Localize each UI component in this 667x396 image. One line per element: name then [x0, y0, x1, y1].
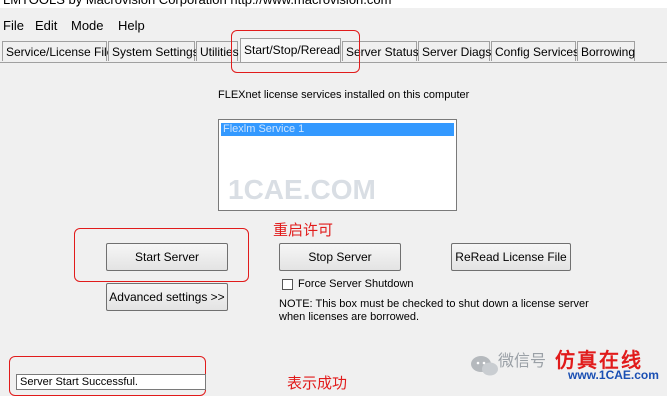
tab-borrowing[interactable]: Borrowing [577, 41, 635, 61]
menu-mode[interactable]: Mode [71, 18, 104, 33]
tab-config-services[interactable]: Config Services [491, 41, 579, 61]
window-title: LMTOOLS by Macrovision Corporation http:… [0, 0, 667, 8]
note-text: NOTE: This box must be checked to shut d… [279, 298, 589, 323]
tab-start-stop-reread[interactable]: Start/Stop/Reread [240, 38, 341, 62]
watermark-text: 1CAE.COM [228, 174, 376, 205]
tab-strip: Service/License File System Settings Uti… [0, 38, 667, 63]
tab-server-diags[interactable]: Server Diags [418, 41, 491, 61]
force-shutdown-checkbox[interactable] [282, 279, 293, 290]
start-server-button[interactable]: Start Server [106, 243, 228, 271]
reread-license-button[interactable]: ReRead License File [451, 243, 571, 271]
wechat-label: 微信号 [498, 351, 547, 370]
tab-panel [0, 62, 667, 387]
stop-server-button[interactable]: Stop Server [279, 243, 401, 271]
list-item[interactable]: Flexlm Service 1 [221, 123, 454, 136]
tab-system-settings[interactable]: System Settings [108, 41, 199, 61]
menu-edit[interactable]: Edit [35, 18, 57, 33]
menu-file[interactable]: File [3, 18, 24, 33]
services-label: FLEXnet license services installed on th… [218, 89, 470, 101]
advanced-settings-button[interactable]: Advanced settings >> [106, 283, 228, 311]
status-field: Server Start Successful. [16, 374, 206, 390]
annotation-success: 表示成功 [287, 374, 348, 392]
wechat-icon [471, 356, 498, 376]
force-shutdown-label[interactable]: Force Server Shutdown [298, 278, 414, 290]
annotation-restart: 重启许可 [273, 221, 334, 239]
site-url-label: www.1CAE.com [568, 368, 659, 382]
tab-service-license-file[interactable]: Service/License File [2, 41, 113, 61]
menu-help[interactable]: Help [118, 18, 145, 33]
